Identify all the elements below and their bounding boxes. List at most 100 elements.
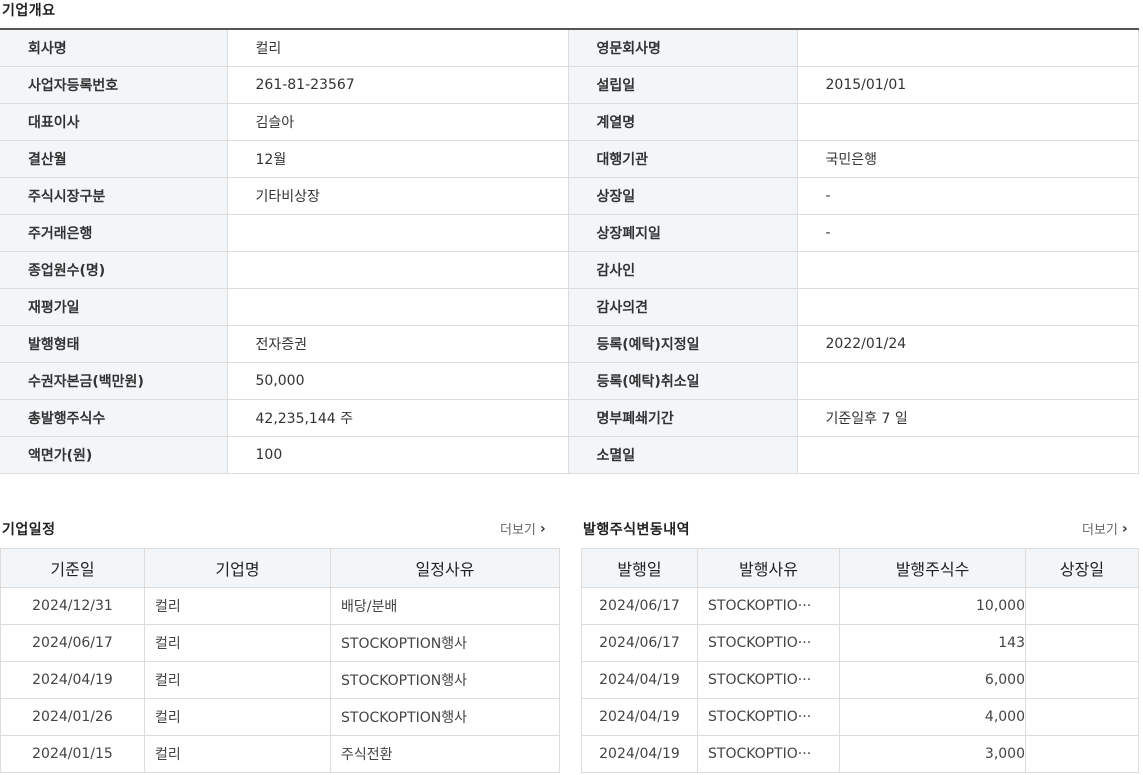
field-label: 총발행주식수 <box>0 399 228 437</box>
table-cell: 2024/06/17 <box>0 624 145 662</box>
field-value: 2015/01/01 <box>797 66 1139 104</box>
table-cell: 컬리 <box>144 661 331 699</box>
field-value: 2022/01/24 <box>797 325 1139 363</box>
overview-title: 기업개요 <box>2 3 56 19</box>
field-label: 등록(예탁)취소일 <box>568 362 798 400</box>
overview-row: 주거래은행 상장폐지일 - <box>0 214 1139 252</box>
table-cell <box>1025 735 1139 773</box>
field-label: 종업원수(명) <box>0 251 228 289</box>
field-value: 기준일후 7 일 <box>797 399 1139 437</box>
table-cell: 6,000 <box>839 661 1026 699</box>
table-row[interactable]: 2024/06/17 STOCKOPTIO··· 10,000 <box>581 587 1139 625</box>
table-cell: STOCKOPTIO··· <box>697 735 840 773</box>
table-cell: 2024/12/31 <box>0 587 145 625</box>
field-label: 주거래은행 <box>0 214 228 252</box>
table-cell: 2024/06/17 <box>581 624 698 662</box>
column-header: 기업명 <box>144 548 331 588</box>
table-row[interactable]: 2024/01/26 컬리 STOCKOPTION행사 <box>0 698 560 736</box>
table-cell: 4,000 <box>839 698 1026 736</box>
table-cell <box>1025 624 1139 662</box>
table-row[interactable]: 2024/04/19 STOCKOPTIO··· 4,000 <box>581 698 1139 736</box>
field-label: 액면가(원) <box>0 436 228 474</box>
field-value <box>797 29 1139 67</box>
field-label: 발행형태 <box>0 325 228 363</box>
field-value: 50,000 <box>227 362 569 400</box>
field-label: 상장일 <box>568 177 798 215</box>
field-value: 100 <box>227 436 569 474</box>
field-value <box>227 251 569 289</box>
column-header: 발행일 <box>581 548 698 588</box>
field-value: 기타비상장 <box>227 177 569 215</box>
chevron-right-icon: › <box>539 520 546 537</box>
overview-row: 재평가일 감사의견 <box>0 288 1139 326</box>
shares-more-link[interactable]: 더보기 › <box>1082 519 1128 539</box>
table-cell: STOCKOPTION행사 <box>330 698 560 736</box>
table-cell: 배당/분배 <box>330 587 560 625</box>
overview-row: 사업자등록번호 261-81-23567 설립일 2015/01/01 <box>0 66 1139 104</box>
table-cell: 컬리 <box>144 735 331 773</box>
field-label: 사업자등록번호 <box>0 66 228 104</box>
table-cell: 2024/04/19 <box>0 661 145 699</box>
overview-row: 액면가(원) 100 소멸일 <box>0 436 1139 474</box>
table-cell: 10,000 <box>839 587 1026 625</box>
table-cell: 2024/01/15 <box>0 735 145 773</box>
schedule-table: 기준일 기업명 일정사유 2024/12/31 컬리 배당/분배 2024/06/17 컬리… <box>0 548 560 773</box>
table-row[interactable]: 2024/01/15 컬리 주식전환 <box>0 735 560 773</box>
field-value <box>797 288 1139 326</box>
table-cell: 컬리 <box>144 698 331 736</box>
table-cell: 143 <box>839 624 1026 662</box>
shares-title: 발행주식변동내역 <box>583 522 691 538</box>
overview-row: 결산월 12월 대행기관 국민은행 <box>0 140 1139 178</box>
table-cell: 2024/04/19 <box>581 698 698 736</box>
field-value: - <box>797 177 1139 215</box>
table-row[interactable]: 2024/04/19 STOCKOPTIO··· 3,000 <box>581 735 1139 773</box>
table-cell: 주식전환 <box>330 735 560 773</box>
schedule-more-link[interactable]: 더보기 › <box>500 519 546 539</box>
overview-row: 수권자본금(백만원) 50,000 등록(예탁)취소일 <box>0 362 1139 400</box>
field-value: 김슬아 <box>227 103 569 141</box>
field-value: 컬리 <box>227 29 569 67</box>
share-changes-table: 발행일 발행사유 발행주식수 상장일 2024/06/17 STOCKOPTIO··· 1… <box>581 548 1139 773</box>
field-label: 감사인 <box>568 251 798 289</box>
table-row[interactable]: 2024/04/19 컬리 STOCKOPTION행사 <box>0 661 560 699</box>
table-cell: 2024/04/19 <box>581 661 698 699</box>
table-cell <box>1025 661 1139 699</box>
table-cell: 컬리 <box>144 587 331 625</box>
overview-row: 회사명 컬리 영문회사명 <box>0 29 1139 67</box>
field-value <box>797 436 1139 474</box>
field-label: 설립일 <box>568 66 798 104</box>
column-header: 기준일 <box>0 548 145 588</box>
table-row[interactable]: 2024/06/17 STOCKOPTIO··· 143 <box>581 624 1139 662</box>
table-cell <box>1025 587 1139 625</box>
field-label: 명부폐쇄기간 <box>568 399 798 437</box>
table-cell: 3,000 <box>839 735 1026 773</box>
field-label: 수권자본금(백만원) <box>0 362 228 400</box>
chevron-right-icon: › <box>1121 520 1128 537</box>
table-cell: STOCKOPTIO··· <box>697 661 840 699</box>
field-label: 재평가일 <box>0 288 228 326</box>
field-value: 12월 <box>227 140 569 178</box>
table-cell: 2024/06/17 <box>581 587 698 625</box>
field-value <box>797 362 1139 400</box>
field-value: 전자증권 <box>227 325 569 363</box>
schedule-more-label: 더보기 <box>500 523 536 538</box>
table-row[interactable]: 2024/06/17 컬리 STOCKOPTION행사 <box>0 624 560 662</box>
table-row[interactable]: 2024/12/31 컬리 배당/분배 <box>0 587 560 625</box>
overview-row: 발행형태 전자증권 등록(예탁)지정일 2022/01/24 <box>0 325 1139 363</box>
field-value <box>797 251 1139 289</box>
column-header: 발행주식수 <box>839 548 1026 588</box>
field-label: 결산월 <box>0 140 228 178</box>
table-cell: 2024/01/26 <box>0 698 145 736</box>
table-cell: 2024/04/19 <box>581 735 698 773</box>
overview-row: 종업원수(명) 감사인 <box>0 251 1139 289</box>
overview-row: 총발행주식수 42,235,144 주 명부폐쇄기간 기준일후 7 일 <box>0 399 1139 437</box>
field-value: 261-81-23567 <box>227 66 569 104</box>
column-header: 발행사유 <box>697 548 840 588</box>
column-header: 일정사유 <box>330 548 560 588</box>
table-row[interactable]: 2024/04/19 STOCKOPTIO··· 6,000 <box>581 661 1139 699</box>
shares-more-label: 더보기 <box>1082 523 1118 538</box>
field-label: 회사명 <box>0 29 228 67</box>
field-label: 감사의견 <box>568 288 798 326</box>
table-cell: STOCKOPTIO··· <box>697 698 840 736</box>
field-value: - <box>797 214 1139 252</box>
